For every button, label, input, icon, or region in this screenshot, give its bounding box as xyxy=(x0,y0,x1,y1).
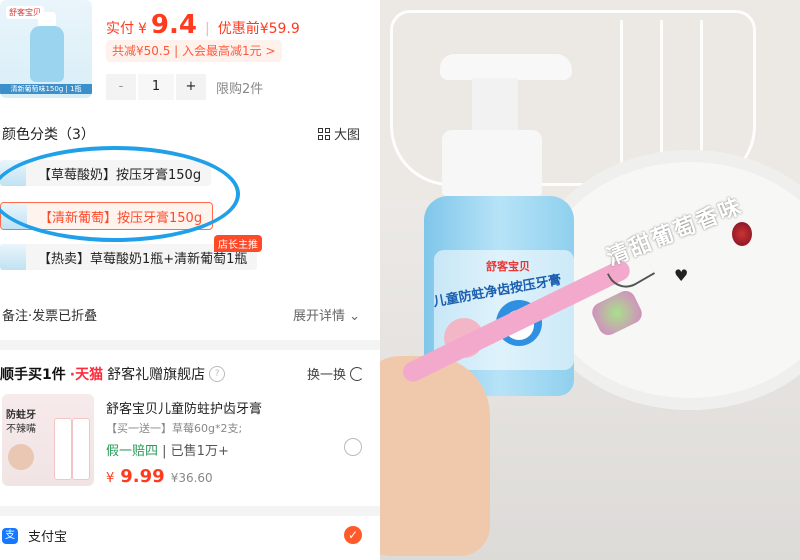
child-photo xyxy=(8,444,34,470)
tube-shape xyxy=(72,418,90,480)
store-name[interactable]: 舒客礼赠旗舰店 xyxy=(107,364,205,384)
product-photo: 舒客宝贝 儿童防蛀净齿按压牙膏 清甜葡萄香味 ♥ xyxy=(380,0,800,560)
price-separator: | xyxy=(204,21,210,37)
price-value: 9.4 xyxy=(150,10,197,40)
pump-stem xyxy=(472,78,518,134)
basket-wire xyxy=(700,20,703,170)
swap-button[interactable]: 换一换 xyxy=(307,364,364,383)
big-view-button[interactable]: 大图 xyxy=(317,124,360,143)
screenshot-root: 舒客宝贝 清新葡萄味150g | 1瓶 实付 ¥ 9.4 | 优惠前¥59.9 … xyxy=(0,0,800,560)
bottle-brand-text: 舒客宝贝 xyxy=(486,260,530,273)
expand-details-button[interactable]: 展开详情 ⌄ xyxy=(293,305,360,324)
product-thumbnail[interactable]: 舒客宝贝 清新葡萄味150g | 1瓶 xyxy=(0,0,92,98)
sold-count: | 已售1万+ xyxy=(162,444,229,459)
plus-button[interactable]: + xyxy=(176,74,206,100)
quantity-value[interactable]: 1 xyxy=(138,74,174,100)
price-label: 实付 xyxy=(106,21,134,37)
thumb-line2: 不辣嘴 xyxy=(6,424,36,435)
side-product-meta: 假一赔四 | 已售1万+ xyxy=(106,440,229,459)
bottle-shape xyxy=(30,26,64,82)
swap-label: 换一换 xyxy=(306,368,346,383)
grape-icon xyxy=(732,222,752,246)
side-original-price: ¥36.60 xyxy=(170,471,213,485)
payment-selected-check-icon[interactable]: ✓ xyxy=(344,526,362,544)
thumb-caption: 清新葡萄味150g | 1瓶 xyxy=(0,84,92,94)
basket-wire xyxy=(660,20,663,170)
side-buy-header: 顺手买1件 ·天猫 舒客礼赠旗舰店 ? xyxy=(0,364,226,384)
hand xyxy=(380,356,490,556)
minus-button[interactable]: - xyxy=(106,74,136,100)
side-price: 9.99 xyxy=(120,466,165,487)
pre-discount-price: 优惠前¥59.9 xyxy=(217,21,300,37)
side-product-price-row: ¥ 9.99 ¥36.60 xyxy=(106,466,213,487)
side-price-currency: ¥ xyxy=(106,471,115,486)
price-row: 实付 ¥ 9.4 | 优惠前¥59.9 xyxy=(106,10,300,40)
tmall-badge: ·天猫 xyxy=(69,367,104,383)
pump-head xyxy=(440,54,572,80)
refresh-icon xyxy=(350,366,364,381)
annotation-ellipse xyxy=(0,146,240,242)
tube-shape xyxy=(54,418,72,480)
side-buy-heading: 顺手买1件 xyxy=(0,367,66,383)
section-divider xyxy=(0,340,380,350)
purchase-limit: 限购2件 xyxy=(216,81,264,97)
side-product-name[interactable]: 舒客宝贝儿童防蛀护齿牙膏 xyxy=(106,398,262,417)
option-thumbnail xyxy=(0,244,26,270)
payment-method-row[interactable]: 支 支付宝 xyxy=(2,526,67,545)
quantity-stepper: - 1 + 限购2件 xyxy=(106,74,263,100)
promo-discount-link[interactable]: 共减¥50.5 | 入会最高减1元 > xyxy=(106,40,282,62)
big-view-label: 大图 xyxy=(333,128,360,143)
price-currency: ¥ xyxy=(138,21,147,37)
help-icon[interactable]: ? xyxy=(209,366,226,382)
thumb-line1: 防蛀牙 xyxy=(6,410,36,421)
side-product-thumbnail[interactable]: 防蛀牙 不辣嘴 xyxy=(2,394,94,486)
basket-wire xyxy=(620,20,623,170)
pump-collar xyxy=(442,130,542,196)
order-panel: 舒客宝贝 清新葡萄味150g | 1瓶 实付 ¥ 9.4 | 优惠前¥59.9 … xyxy=(0,0,380,560)
recommend-tag: 店长主推 xyxy=(214,235,262,252)
side-product-select-radio[interactable] xyxy=(344,438,362,456)
guarantee-label: 假一赔四 xyxy=(106,444,159,459)
invoice-label: 备注·发票已折叠 xyxy=(2,309,98,324)
heart-icon: ♥ xyxy=(674,266,689,285)
alipay-icon: 支 xyxy=(2,527,18,544)
chevron-down-icon: ⌄ xyxy=(349,309,360,324)
section-divider xyxy=(0,506,380,516)
grid-icon xyxy=(317,127,330,140)
color-section-title: 颜色分类（3） xyxy=(2,127,95,143)
side-product-spec: 【买一送一】草莓60g*2支; xyxy=(106,422,243,435)
payment-method-label: 支付宝 xyxy=(28,530,68,545)
expand-details-label: 展开详情 xyxy=(292,309,345,324)
